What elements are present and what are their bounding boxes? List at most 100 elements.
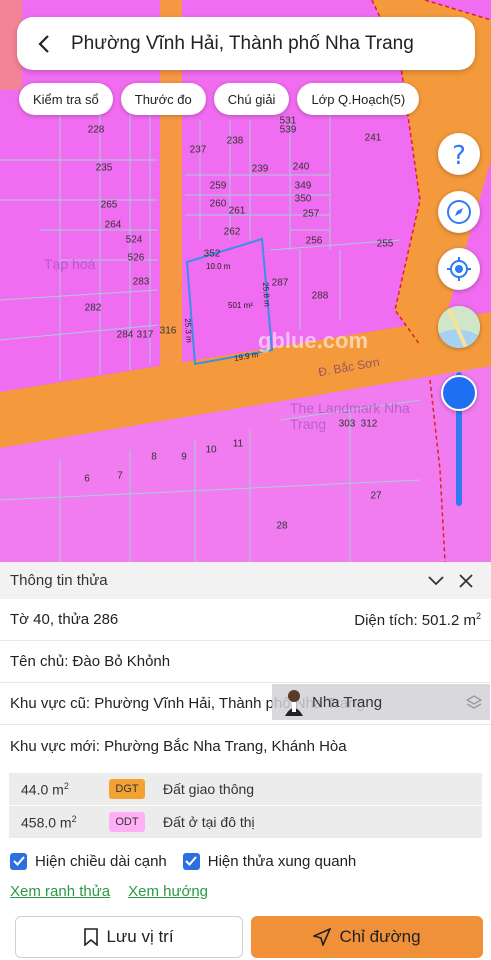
parcel-number-label: 526	[127, 252, 145, 264]
back-button[interactable]	[31, 31, 57, 57]
land-area-cell: 44.0 m2	[9, 781, 109, 798]
sheet-parcel-text: Tờ 40, thửa 286	[10, 611, 119, 628]
compass-button[interactable]	[438, 191, 480, 233]
map-view[interactable]: Tạp hoá The Landmark Nha Trang Đ. Bắc Sơ…	[0, 0, 491, 562]
parcel-number-label: 260	[209, 198, 227, 210]
parcel-number-label: 539	[279, 124, 297, 136]
map-type-button[interactable]	[438, 306, 480, 348]
parcel-number-label: 316	[159, 325, 177, 337]
checkbox-checked-icon	[182, 852, 200, 870]
land-area-unit-superscript: 2	[63, 780, 69, 791]
parcel-number-label: 349	[294, 180, 312, 192]
parcel-number-label: 524	[125, 234, 143, 246]
land-area-cell: 458.0 m2	[9, 814, 109, 831]
checkbox-label: Hiện thửa xung quanh	[207, 852, 357, 870]
area-value: Diện tích: 501.2 m	[354, 611, 476, 629]
land-use-table: 44.0 m2 DGT Đất giao thông 458.0 m2 ODT …	[9, 773, 482, 839]
close-icon	[459, 573, 473, 588]
owner-text: Tên chủ: Đào Bỏ Khỏnh	[10, 653, 171, 670]
close-button[interactable]	[451, 566, 481, 596]
map-layer-thumbnail-icon	[438, 306, 480, 348]
parcel-number-label: 283	[132, 276, 150, 288]
parcel-number-label: 282	[84, 302, 102, 314]
parcel-number-label: 303	[338, 418, 356, 430]
parcel-number-label: 228	[87, 124, 105, 136]
map-tool-chips: Kiểm tra sổ Thước đo Chú giải Lớp Q.Hoạc…	[19, 83, 420, 115]
parcel-number-label: 261	[228, 205, 246, 217]
planning-layer-chip[interactable]: Lớp Q.Hoạch(5)	[297, 83, 420, 115]
parcel-number-label: 255	[376, 238, 394, 250]
owner-row: Tên chủ: Đào Bỏ Khỏnh	[0, 641, 491, 683]
parcel-number-label: 11	[232, 438, 244, 450]
parcel-number-label: 262	[223, 226, 241, 238]
check-book-chip[interactable]: Kiểm tra sổ	[19, 83, 113, 115]
parcel-number-label: 28	[276, 520, 288, 532]
ruler-chip[interactable]: Thước đo	[120, 83, 206, 115]
new-area-row: Khu vực mới: Phường Bắc Nha Trang, Khánh…	[0, 725, 491, 767]
land-area-value: 44.0 m	[21, 781, 64, 798]
parcel-number-label: 238	[226, 135, 244, 147]
page-title: Phường Vĩnh Hải, Thành phố Nha Trang	[71, 32, 414, 54]
collapse-button[interactable]	[421, 566, 451, 596]
land-area-value: 458.0 m	[21, 814, 72, 831]
bookmark-icon	[84, 928, 99, 946]
area-text: Diện tích: 501.2 m2	[354, 611, 481, 629]
chevron-down-icon	[428, 575, 444, 585]
panel-header: Thông tin thửa	[0, 562, 491, 599]
dimension-label-right: 25.8 m	[260, 281, 272, 308]
avatar	[285, 690, 303, 716]
help-button[interactable]: ?	[438, 133, 480, 175]
view-boundary-link[interactable]: Xem ranh thửa	[10, 883, 110, 900]
directions-button[interactable]: Chỉ đường	[251, 916, 483, 958]
compass-icon	[447, 200, 471, 224]
display-options: Hiện chiều dài cạnh Hiện thửa xung quanh	[0, 844, 491, 878]
dimension-label-left: 25.3 m	[182, 317, 194, 344]
land-code-badge: ODT	[109, 812, 145, 832]
parcel-number-label: 350	[294, 193, 312, 205]
show-edge-length-checkbox[interactable]: Hiện chiều dài cạnh	[10, 852, 167, 870]
parcel-number-label: 287	[271, 277, 289, 289]
panel-title: Thông tin thửa	[10, 572, 108, 589]
svg-text:?: ?	[452, 141, 466, 168]
save-location-button[interactable]: Lưu vị trí	[15, 916, 243, 958]
parcel-number-label: 259	[209, 180, 227, 192]
question-mark-icon: ?	[452, 141, 466, 168]
parcel-number-label: 352	[203, 248, 221, 260]
parcel-number-label: 235	[95, 162, 113, 174]
action-buttons: Lưu vị trí Chỉ đường	[15, 916, 483, 958]
show-neighbor-parcels-checkbox[interactable]: Hiện thửa xung quanh	[182, 852, 357, 870]
table-row: 458.0 m2 ODT Đất ở tại đô thị	[9, 806, 482, 839]
parcel-number-label: 317	[136, 329, 154, 341]
parcel-number-label: 237	[189, 144, 207, 156]
zoom-slider-handle[interactable]	[441, 375, 477, 411]
overlay-text: Nha Trang	[312, 693, 383, 711]
crosshair-location-icon	[447, 257, 471, 281]
parcel-number-label: 239	[251, 163, 269, 175]
my-location-button[interactable]	[438, 248, 480, 290]
area-unit-superscript: 2	[475, 610, 481, 621]
parcel-number-label: 257	[302, 208, 320, 220]
panel-links: Xem ranh thửa Xem hướng	[0, 878, 491, 904]
view-direction-link[interactable]: Xem hướng	[128, 883, 208, 900]
parcel-number-label: 8	[151, 451, 157, 463]
parcel-number-label: 265	[100, 199, 118, 211]
parcel-number-label: 240	[292, 161, 310, 173]
dimension-label-area: 501 m²	[228, 301, 253, 310]
directions-label: Chỉ đường	[339, 927, 421, 946]
table-row: 44.0 m2 DGT Đất giao thông	[9, 773, 482, 806]
layers-icon	[466, 695, 482, 709]
checkbox-checked-icon	[10, 852, 27, 870]
parcel-summary-row: Tờ 40, thửa 286 Diện tích: 501.2 m2	[0, 599, 491, 641]
send-direction-icon	[313, 928, 332, 946]
parcel-number-label: 284	[116, 329, 134, 341]
legend-chip[interactable]: Chú giải	[213, 83, 290, 115]
map-watermark: gblue.com	[258, 328, 369, 353]
parcel-number-label: 27	[370, 490, 382, 502]
floating-user-overlay[interactable]: Nha Trang	[272, 684, 490, 720]
parcel-number-label: 9	[181, 451, 187, 463]
map-poi-label: Tạp hoá	[44, 256, 96, 272]
save-location-label: Lưu vị trí	[106, 927, 174, 946]
parcel-info-panel: Thông tin thửa Tờ 40, thửa 286 Diện tích…	[0, 562, 491, 960]
parcel-number-label: 7	[117, 470, 123, 482]
parcel-number-label: 288	[311, 290, 329, 302]
